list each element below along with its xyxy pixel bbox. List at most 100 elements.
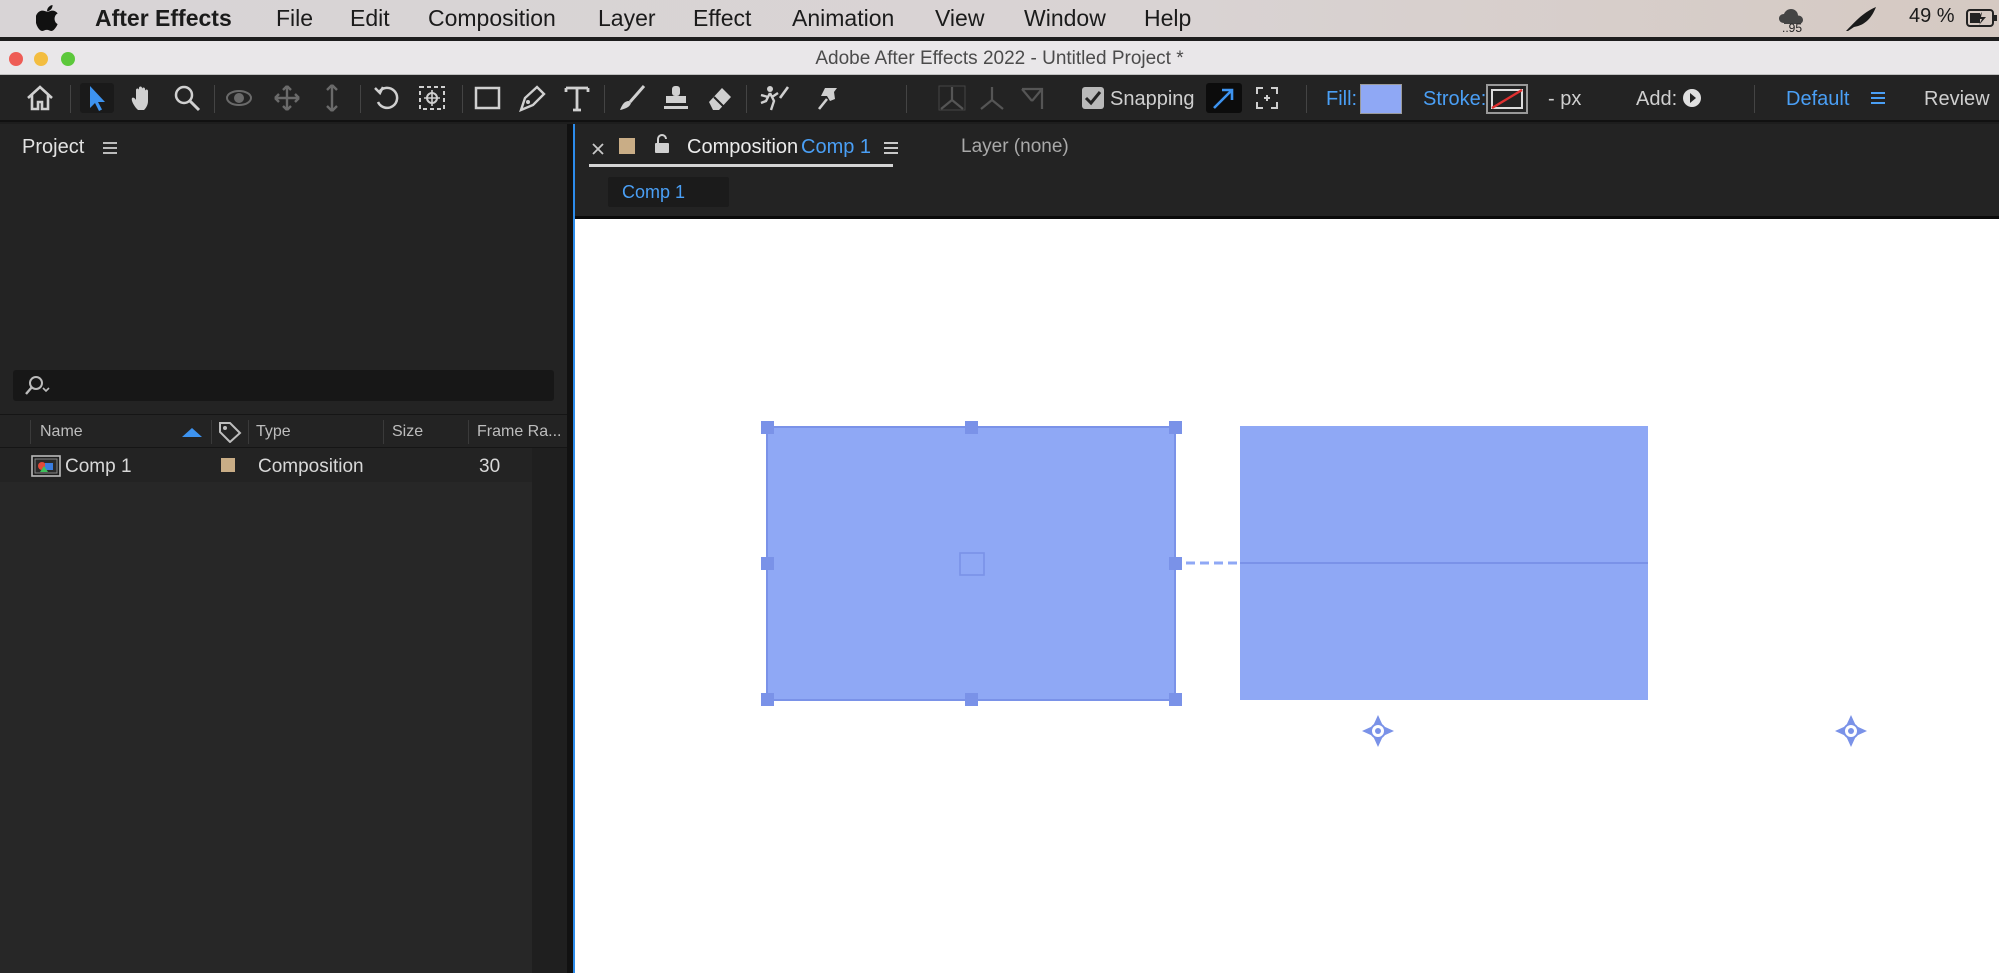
stroke-width-value[interactable]: - px: [1548, 88, 1581, 111]
project-item-label-color[interactable]: [221, 458, 235, 472]
composition-viewer[interactable]: [575, 216, 1999, 973]
fill-label[interactable]: Fill:: [1326, 88, 1357, 111]
column-frame-rate[interactable]: Frame Ra...: [477, 423, 561, 441]
project-panel-menu-icon[interactable]: [103, 142, 117, 154]
fill-color-swatch[interactable]: [1360, 84, 1402, 114]
project-search-input[interactable]: [13, 370, 554, 401]
orbit-camera-tool[interactable]: [222, 83, 260, 113]
project-item-name: Comp 1: [65, 456, 132, 477]
app-name-menu[interactable]: After Effects: [95, 5, 232, 32]
dolly-camera-tool[interactable]: [315, 83, 349, 113]
clone-stamp-tool[interactable]: [658, 83, 694, 113]
composition-tab-comp-name[interactable]: Comp 1: [801, 136, 871, 159]
handle-top-left[interactable]: [761, 421, 774, 434]
world-axis-mode[interactable]: [974, 83, 1010, 113]
add-property-button[interactable]: [1681, 83, 1703, 113]
layer-tab[interactable]: Layer (none): [961, 136, 1069, 158]
stroke-color-swatch[interactable]: [1486, 84, 1528, 114]
workspace-review[interactable]: Review: [1924, 88, 1990, 111]
tray-badge-text: ..95: [1782, 21, 1803, 35]
composition-panel-menu-icon[interactable]: [883, 141, 899, 155]
local-axis-mode[interactable]: [934, 83, 970, 113]
project-column-header: Name Type Size Frame Ra...: [0, 414, 567, 448]
keyframe-marker-icon[interactable]: [1362, 715, 1394, 747]
column-divider: [468, 420, 469, 444]
hand-icon: [131, 86, 148, 110]
composition-tab-label[interactable]: Composition: [687, 136, 798, 159]
handle-middle-right[interactable]: [1169, 557, 1182, 570]
toolbar-separator: [462, 85, 463, 113]
puppet-pin-tool[interactable]: [810, 83, 846, 113]
label-tag-icon[interactable]: [218, 421, 242, 443]
feather-icon[interactable]: [1844, 5, 1878, 33]
column-divider: [30, 420, 31, 444]
menu-help[interactable]: Help: [1144, 5, 1191, 32]
column-name[interactable]: Name: [40, 423, 83, 441]
menu-window[interactable]: Window: [1024, 5, 1106, 32]
pan-camera-tool[interactable]: [268, 83, 306, 113]
menu-animation[interactable]: Animation: [792, 5, 894, 32]
project-panel-title[interactable]: Project: [22, 136, 84, 159]
view-axis-mode[interactable]: [1014, 83, 1050, 113]
search-icon: [25, 376, 50, 395]
battery-percentage: 49 %: [1909, 5, 1955, 27]
zoom-tool[interactable]: [170, 83, 204, 113]
handle-middle-left[interactable]: [761, 557, 774, 570]
move-cross-icon: [274, 85, 300, 111]
orbit-icon: [226, 90, 252, 106]
rectangle-tool[interactable]: [470, 83, 506, 113]
eraser-tool[interactable]: [702, 83, 738, 113]
menu-view[interactable]: View: [935, 5, 984, 32]
menu-composition[interactable]: Composition: [428, 5, 556, 32]
roto-brush-tool[interactable]: [755, 83, 793, 113]
brush-tool[interactable]: [614, 83, 650, 113]
menu-layer[interactable]: Layer: [598, 5, 656, 32]
column-type[interactable]: Type: [256, 423, 291, 441]
magnifier-icon: [174, 85, 201, 112]
hand-tool[interactable]: [125, 83, 159, 113]
comp-breadcrumb[interactable]: Comp 1: [608, 177, 729, 207]
viewer-canvas[interactable]: [575, 219, 1999, 973]
roto-person-icon: [760, 86, 790, 111]
composition-tab-row: Composition Comp 1 Layer (none): [575, 124, 1999, 174]
snapping-label[interactable]: Snapping: [1110, 88, 1195, 111]
home-button[interactable]: [22, 83, 58, 113]
pan-behind-tool[interactable]: [413, 83, 451, 113]
workspace-default[interactable]: Default: [1786, 88, 1849, 111]
table-row[interactable]: Comp 1 Composition 30: [0, 450, 567, 482]
close-tab-icon[interactable]: [591, 142, 605, 156]
menu-edit[interactable]: Edit: [350, 5, 390, 32]
menu-file[interactable]: File: [276, 5, 313, 32]
handle-bottom-center[interactable]: [965, 693, 978, 706]
toolbar-separator: [746, 85, 747, 113]
toolbar-separator: [906, 85, 907, 113]
battery-icon[interactable]: [1966, 8, 1998, 28]
comp-label-color[interactable]: [619, 138, 635, 154]
status-tray-icon[interactable]: ..95: [1778, 7, 1808, 35]
project-item-frame-rate: 30: [479, 456, 501, 477]
snap-edges-toggle[interactable]: [1206, 83, 1242, 113]
toolbar-separator: [1306, 85, 1307, 113]
column-divider: [211, 420, 212, 444]
unlock-icon[interactable]: [653, 134, 671, 154]
apple-logo-icon[interactable]: [36, 5, 60, 31]
handle-top-center[interactable]: [965, 421, 978, 434]
type-tool[interactable]: [559, 83, 595, 113]
handle-top-right[interactable]: [1169, 421, 1182, 434]
composition-icon: [31, 455, 61, 477]
handle-bottom-left[interactable]: [761, 693, 774, 706]
selection-tool[interactable]: [80, 83, 114, 113]
snapping-checkbox[interactable]: [1080, 83, 1106, 113]
workspace-menu-button[interactable]: [1869, 83, 1887, 113]
sort-ascending-icon[interactable]: [181, 426, 203, 438]
stroke-label[interactable]: Stroke:: [1423, 88, 1486, 111]
pen-tool[interactable]: [514, 83, 550, 113]
type-t-icon: [564, 86, 590, 112]
rotation-tool[interactable]: [368, 83, 406, 113]
keyframe-marker-icon[interactable]: [1835, 715, 1867, 747]
handle-bottom-right[interactable]: [1169, 693, 1182, 706]
menu-effect[interactable]: Effect: [693, 5, 751, 32]
tools-toolbar: Snapping Fill: Stroke: - px Add: Default…: [0, 75, 1999, 122]
snap-features-toggle[interactable]: [1250, 83, 1284, 113]
column-size[interactable]: Size: [392, 423, 423, 441]
